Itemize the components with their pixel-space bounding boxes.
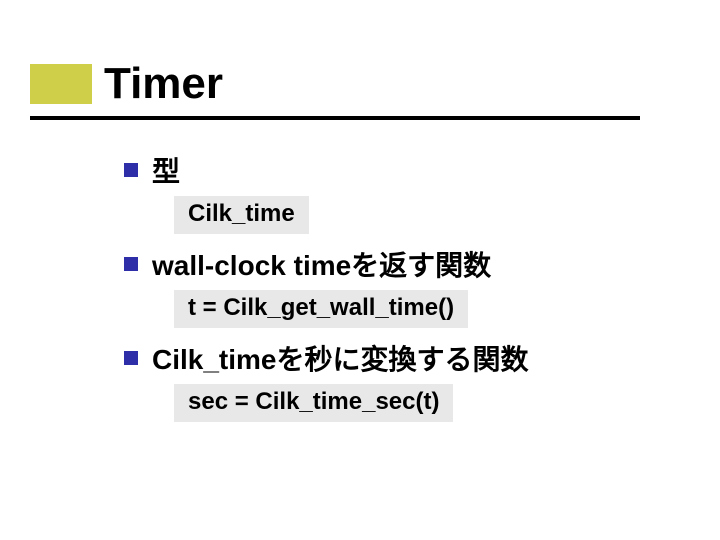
page-title: Timer [104,62,223,106]
title-underline [30,116,640,120]
item-head: Cilk_timeを秒に変換する関数 [124,338,680,378]
code-box: Cilk_time [174,196,309,234]
item-label: Cilk_timeを秒に変換する関数 [152,338,529,378]
square-bullet-icon [124,257,138,271]
item-head: wall-clock timeを返す関数 [124,244,680,284]
square-bullet-icon [124,351,138,365]
title-accent-box [30,64,92,104]
square-bullet-icon [124,163,138,177]
item-label: 型 [152,150,180,190]
list-item: wall-clock timeを返す関数 t = Cilk_get_wall_t… [124,244,680,328]
list-item: Cilk_timeを秒に変換する関数 sec = Cilk_time_sec(t… [124,338,680,422]
content-area: 型 Cilk_time wall-clock timeを返す関数 t = Cil… [124,150,680,432]
title-row: Timer [30,62,690,106]
list-item: 型 Cilk_time [124,150,680,234]
item-head: 型 [124,150,680,190]
code-line: t = Cilk_get_wall_time() [174,290,680,328]
code-box: t = Cilk_get_wall_time() [174,290,468,328]
slide: Timer 型 Cilk_time wall-clock timeを返す関数 t… [0,0,720,540]
code-box: sec = Cilk_time_sec(t) [174,384,453,422]
code-line: Cilk_time [174,196,680,234]
item-label: wall-clock timeを返す関数 [152,244,491,284]
code-line: sec = Cilk_time_sec(t) [174,384,680,422]
